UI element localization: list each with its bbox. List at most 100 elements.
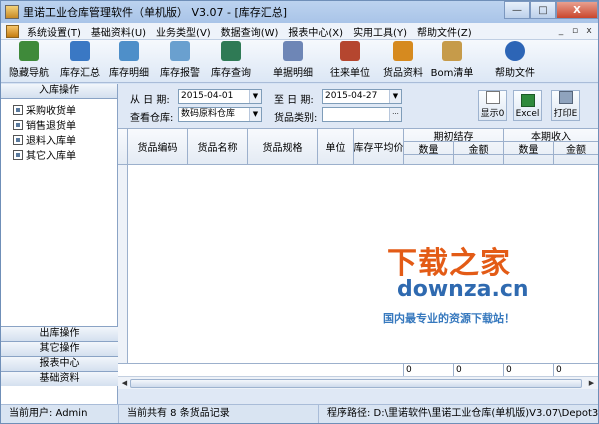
horizontal-scrollbar[interactable]: ◀ ▶ — [118, 376, 598, 389]
filter-cell[interactable] — [404, 155, 454, 165]
column-header-avg-price[interactable]: 库存平均价 — [354, 129, 404, 165]
close-button[interactable]: X — [556, 1, 598, 19]
nav-item-purchase-receipt[interactable]: 采购收货单 — [1, 102, 117, 117]
nav-section-outbound[interactable]: 出库操作 — [1, 326, 118, 341]
toolbar-label: 往来单位 — [330, 68, 370, 79]
ellipsis-icon[interactable]: ··· — [389, 108, 401, 121]
status-user: 当前用户: Admin — [1, 405, 119, 423]
column-header-unit[interactable]: 单位 — [318, 129, 354, 165]
warehouse-label: 查看仓库: — [130, 113, 174, 124]
print-button[interactable]: 打印E — [551, 90, 580, 121]
dropdown-arrow-icon[interactable]: ▼ — [249, 90, 261, 103]
toolbar-label: 库存报警 — [160, 68, 200, 79]
row-indicator-header — [118, 129, 128, 165]
excel-button[interactable]: Excel — [513, 90, 542, 121]
help-icon — [505, 41, 525, 61]
stock-summary-button[interactable]: 库存汇总 — [57, 40, 103, 82]
warehouse-select[interactable]: 数码原料仓库 ▼ — [178, 107, 262, 122]
doc-detail-button[interactable]: 单据明细 — [263, 40, 323, 82]
app-icon — [5, 5, 19, 19]
total-qty-income: 0 — [504, 364, 554, 376]
grid-body[interactable] — [118, 165, 598, 364]
window-controls: — □ X — [504, 1, 598, 19]
scroll-thumb[interactable] — [130, 379, 582, 388]
from-date-input[interactable]: 2015-04-01 ▼ — [178, 89, 262, 104]
column-header-amount-open[interactable]: 金额 — [454, 142, 504, 155]
to-date-input[interactable]: 2015-04-27 ▼ — [322, 89, 402, 104]
nav-item-material-return[interactable]: 退料入库单 — [1, 132, 117, 147]
hide-nav-button[interactable]: 隐藏导航 — [1, 40, 57, 82]
column-header-name[interactable]: 货品名称 — [188, 129, 248, 165]
house-icon — [19, 41, 39, 61]
query-icon — [221, 41, 241, 61]
nav-section-reports[interactable]: 报表中心 — [1, 356, 118, 371]
print-label: 打印E — [553, 109, 578, 119]
nav-item-label: 销售退货单 — [26, 121, 76, 132]
column-header-qty-income[interactable]: 数量 — [504, 142, 554, 155]
nav-section-inbound[interactable]: 入库操作 — [1, 84, 117, 99]
column-header-qty-open[interactable]: 数量 — [404, 142, 454, 155]
bom-list-button[interactable]: Bom清单 — [429, 40, 475, 82]
category-input[interactable]: ··· — [322, 107, 402, 122]
goods-data-button[interactable]: 货品资料 — [377, 40, 429, 82]
display-icon — [485, 91, 500, 104]
column-header-amount-income[interactable]: 金额 — [554, 142, 598, 155]
menu-business-type[interactable]: 业务类型(V) — [151, 24, 216, 39]
display-label: 显示0 — [480, 109, 505, 119]
menu-utilities[interactable]: 实用工具(Y) — [348, 24, 412, 39]
dropdown-arrow-icon[interactable]: ▼ — [389, 90, 401, 103]
maximize-button[interactable]: □ — [530, 1, 556, 19]
warehouse-value: 数码原料仓库 — [181, 109, 236, 119]
bom-icon — [442, 41, 462, 61]
total-qty-open: 0 — [404, 364, 454, 376]
stock-detail-button[interactable]: 库存明细 — [103, 40, 155, 82]
filter-cell[interactable] — [454, 155, 504, 165]
nav-item-label: 退料入库单 — [26, 136, 76, 147]
toolbar-label: 单据明细 — [273, 68, 313, 79]
toolbar-label: 库存汇总 — [60, 68, 100, 79]
menu-system-settings[interactable]: 系统设置(T) — [22, 24, 86, 39]
nav-item-sales-return[interactable]: 销售退货单 — [1, 117, 117, 132]
total-amount-open: 0 — [454, 364, 504, 376]
from-date-value: 2015-04-01 — [181, 91, 234, 101]
toolbar-label: 隐藏导航 — [9, 68, 49, 79]
form-icon — [13, 119, 23, 130]
toolbar-label: 库存明细 — [109, 68, 149, 79]
mdi-restore-button[interactable]: ▫ — [568, 25, 582, 38]
form-icon — [13, 149, 23, 160]
status-program-path: 程序路径: D:\里诺软件\里诺工业仓库(单机版)V3.07\Depot3000… — [327, 408, 598, 419]
help-file-button[interactable]: 帮助文件 — [481, 40, 549, 82]
display-button[interactable]: 显示0 — [478, 90, 507, 121]
nav-section-basic-data[interactable]: 基础资料 — [1, 371, 118, 386]
nav-section-other[interactable]: 其它操作 — [1, 341, 118, 356]
nav-panel: 入库操作 采购收货单 销售退货单 退料入库单 其它入库单 出库操作 其它操作 报… — [1, 84, 118, 404]
partners-icon — [340, 41, 360, 61]
app-window: 里诺工业仓库管理软件（单机版） V3.07 - [库存汇总] — □ X 系统设… — [0, 0, 599, 424]
column-header-spec[interactable]: 货品规格 — [248, 129, 318, 165]
menu-basic-data[interactable]: 基础资料(U) — [86, 24, 151, 39]
scroll-right-icon[interactable]: ▶ — [586, 378, 597, 389]
nav-item-other-inbound[interactable]: 其它入库单 — [1, 147, 117, 162]
main-area: 入库操作 采购收货单 销售退货单 退料入库单 其它入库单 出库操作 其它操作 报… — [1, 84, 598, 404]
mdi-close-button[interactable]: x — [582, 25, 596, 38]
goods-icon — [393, 41, 413, 61]
mdi-minimize-button[interactable]: _ — [554, 25, 568, 38]
filter-cell[interactable] — [504, 155, 554, 165]
dropdown-arrow-icon[interactable]: ▼ — [249, 108, 261, 121]
scroll-left-icon[interactable]: ◀ — [119, 378, 130, 389]
menu-data-query[interactable]: 数据查询(W) — [216, 24, 284, 39]
menu-help[interactable]: 帮助文件(Z) — [412, 24, 477, 39]
filter-cell[interactable] — [554, 155, 598, 165]
stock-alert-button[interactable]: 库存报警 — [155, 40, 205, 82]
toolbar-label: 帮助文件 — [495, 68, 535, 79]
minimize-button[interactable]: — — [504, 1, 530, 19]
stock-query-button[interactable]: 库存查询 — [205, 40, 257, 82]
to-date-label: 至 日 期: — [274, 95, 314, 106]
grid-header: 货品编码 货品名称 货品规格 单位 库存平均价 期初结存 本期收入 数量 金额 … — [118, 129, 598, 165]
category-label: 货品类别: — [274, 113, 318, 124]
to-date-value: 2015-04-27 — [325, 91, 378, 101]
partners-button[interactable]: 往来单位 — [323, 40, 377, 82]
filter-panel: 从 日 期: 2015-04-01 ▼ 至 日 期: 2015-04-27 ▼ 查看… — [118, 84, 598, 126]
menu-report-center[interactable]: 报表中心(X) — [283, 24, 348, 39]
column-header-code[interactable]: 货品编码 — [128, 129, 188, 165]
